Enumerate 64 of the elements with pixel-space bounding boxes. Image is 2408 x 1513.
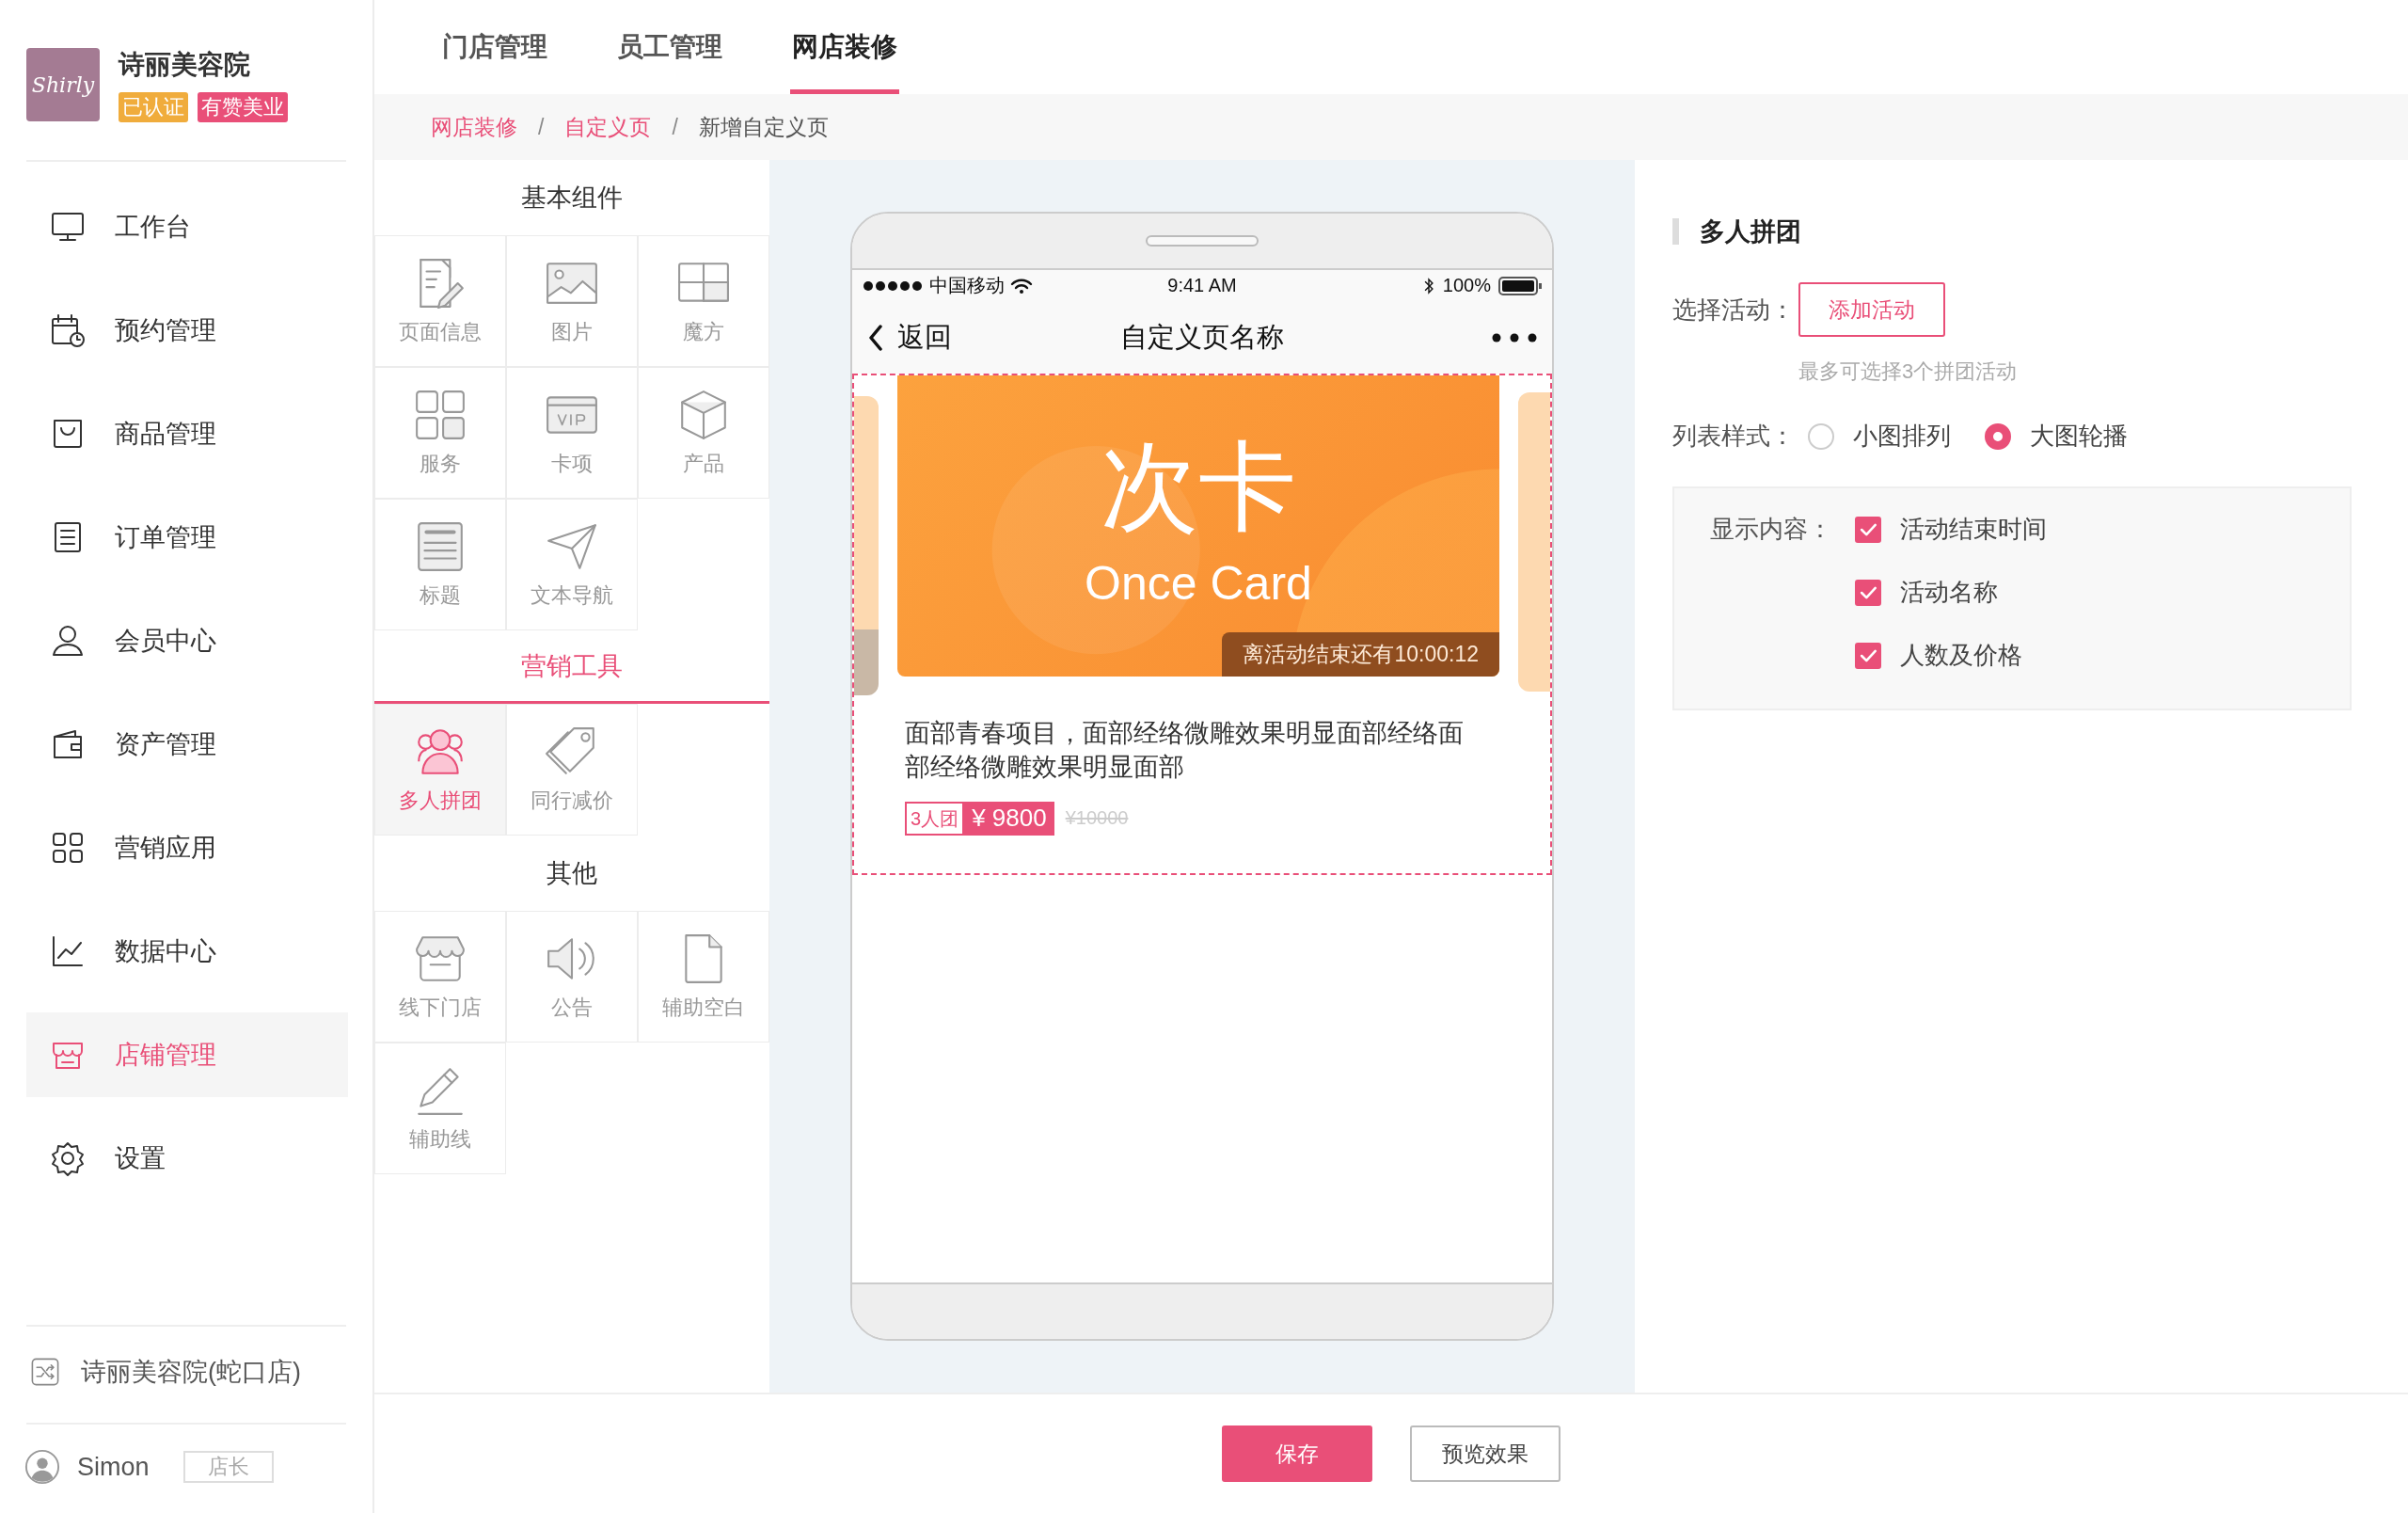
field-label: 显示内容： <box>1710 514 1832 545</box>
title-marker <box>1672 218 1679 245</box>
section-heading: 基本组件 <box>521 183 623 214</box>
nav-item[interactable]: 设置 <box>26 1107 348 1210</box>
nav-item[interactable]: 数据中心 <box>26 900 348 1003</box>
role-tag: 店长 <box>182 1451 274 1483</box>
tab[interactable]: 门店管理 <box>440 0 549 94</box>
checkbox-label[interactable]: 活动名称 <box>1900 576 1998 609</box>
settings-icon <box>49 1139 87 1177</box>
section-heading: 其他 <box>547 858 597 889</box>
more-icon <box>1492 332 1537 342</box>
checkbox-label[interactable]: 人数及价格 <box>1900 639 2022 672</box>
field-label: 列表样式： <box>1672 421 1795 452</box>
calendar-clock-icon <box>49 311 87 349</box>
checkbox[interactable] <box>1855 579 1881 606</box>
status-time: 9:41 AM <box>1167 275 1237 296</box>
nav-item[interactable]: 营销应用 <box>26 796 348 900</box>
nav-item[interactable]: 订单管理 <box>26 486 348 589</box>
signal-icon <box>862 279 924 292</box>
grid-icon <box>413 388 467 442</box>
preview-button[interactable]: 预览效果 <box>1410 1425 1560 1482</box>
shop-name: 诗丽美容院 <box>119 49 251 81</box>
tab[interactable]: 员工管理 <box>615 0 724 94</box>
breadcrumb-current: 新增自定义页 <box>698 113 829 141</box>
save-button[interactable]: 保存 <box>1222 1425 1372 1482</box>
field-label: 选择活动： <box>1672 294 1795 326</box>
radio-label[interactable]: 小图排列 <box>1853 420 1951 453</box>
status-badge: 已认证 <box>119 92 188 122</box>
user-name: Simon <box>77 1452 150 1482</box>
shuffle-icon <box>30 1357 60 1387</box>
battery-percent: 100% <box>1442 275 1491 296</box>
back-chevron-icon <box>867 324 884 351</box>
section-heading: 营销工具 <box>521 650 623 682</box>
carrier-name: 中国移动 <box>929 274 1005 297</box>
card-subtitle: Once Card <box>1085 557 1312 610</box>
nav-item[interactable]: 资产管理 <box>26 693 348 796</box>
nav-item[interactable]: 工作台 <box>26 175 348 279</box>
radio-button[interactable] <box>1808 422 1834 450</box>
radio-label[interactable]: 大图轮播 <box>2030 420 2128 453</box>
group-price: ¥ 9800 <box>964 801 1054 836</box>
nav-item[interactable]: 预约管理 <box>26 279 348 382</box>
panel-title: 多人拼团 <box>1700 216 1801 247</box>
radio-button[interactable] <box>1985 422 2011 450</box>
card-heading: 次卡 <box>1101 433 1296 541</box>
add-activity-button[interactable]: 添加活动 <box>1798 282 1945 337</box>
store-switcher[interactable]: 诗丽美容院(蛇口店) <box>81 1355 301 1389</box>
countdown-badge: 离活动结束还有10:00:12 <box>1222 632 1499 677</box>
avatar-icon <box>24 1449 60 1485</box>
nav-item[interactable]: 会员中心 <box>26 589 348 693</box>
breadcrumb-separator: / <box>672 114 678 140</box>
page-title: 自定义页名称 <box>1120 320 1284 354</box>
wifi-icon <box>1010 277 1033 295</box>
checkbox-label[interactable]: 活动结束时间 <box>1900 513 2047 546</box>
group-size-tag: 3人团 <box>905 801 965 836</box>
back-link[interactable]: 返回 <box>897 318 952 357</box>
breadcrumb-separator: / <box>538 114 545 140</box>
status-badge: 有赞美业 <box>198 92 288 122</box>
hint-text: 最多可选择3个拼团活动 <box>1798 358 2019 385</box>
checkbox[interactable] <box>1855 516 1881 543</box>
checkbox[interactable] <box>1855 642 1881 669</box>
shop-logo: Shirly <box>26 48 100 121</box>
nav-item[interactable]: 商品管理 <box>26 382 348 486</box>
battery-icon <box>1498 276 1543 295</box>
product-description: 面部青春项目，面部经络微雕效果明显面部经络面部经络微雕效果明显面部 <box>905 718 1465 784</box>
